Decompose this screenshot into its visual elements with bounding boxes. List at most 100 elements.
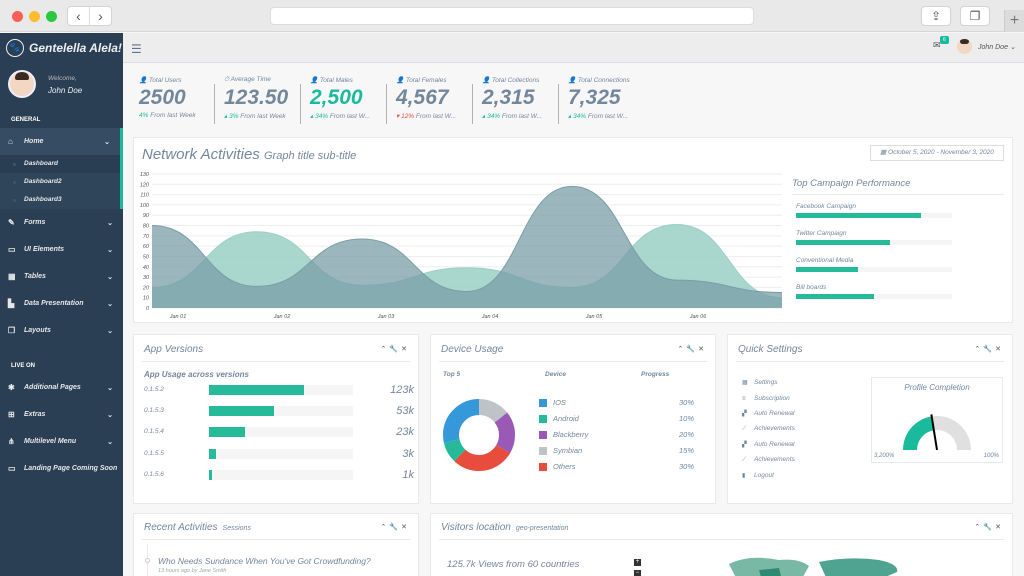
sidebar-item-label: Forms	[24, 219, 46, 226]
brand[interactable]: 🐾 Gentelella Alela!	[0, 33, 123, 62]
y-tick-label: 70	[143, 234, 150, 240]
sidebar-subitem-dashboard2[interactable]: Dashboard2	[0, 173, 120, 191]
visitors-location-panel: Visitors location geo-presentation ⌃🔧✕ 12…	[430, 513, 1013, 576]
tile-separator	[386, 84, 387, 124]
divider	[142, 361, 410, 362]
campaign-label: Bill boards	[796, 284, 827, 291]
tile-bottom: ▴ 3% From last Week	[224, 113, 286, 120]
sidebar-item-home[interactable]: ⌂ Home ⌄	[0, 128, 123, 155]
close-icon[interactable]: ✕	[401, 346, 410, 353]
user-avatar[interactable]	[957, 39, 972, 54]
y-tick-label: 130	[140, 172, 150, 178]
tile-average-time: ⏱ Average Time 123.50 ▴ 3% From last Wee…	[224, 76, 288, 126]
close-icon[interactable]: ✕	[995, 524, 1004, 531]
app-versions-panel: App Versions ⌃🔧✕ App Usage across versio…	[133, 334, 419, 504]
chevron-down-icon: ⌄	[104, 138, 110, 146]
profile-name: John Doe	[48, 86, 83, 95]
back-icon[interactable]: ‹	[68, 7, 90, 25]
sidebar-subitem-dashboard[interactable]: Dashboard	[0, 155, 120, 173]
clone-icon: ❐	[8, 326, 16, 335]
version-label: 0.1.5.3	[144, 407, 164, 414]
quick-setting-settings[interactable]: ▦ Settings	[742, 379, 778, 386]
menu-toggle-icon[interactable]: ☰	[131, 42, 142, 56]
quick-setting-subscription[interactable]: ≡ Subscription	[742, 395, 790, 402]
desktop-icon: ▭	[8, 245, 16, 254]
sidebar-item-extras[interactable]: ⊞ Extras ⌄	[0, 401, 123, 428]
date-range-picker[interactable]: ▦ October 5, 2020 - November 3, 2020	[870, 145, 1004, 161]
tile-count: 4,567	[396, 86, 449, 109]
campaign-row: Bill boards	[796, 284, 956, 299]
close-window-button[interactable]	[12, 11, 23, 22]
zoom-out-button[interactable]: −	[634, 570, 641, 576]
tile-title: ⏱ Average Time	[224, 76, 271, 83]
sidebar-item-forms[interactable]: ✎ Forms ⌄	[0, 209, 123, 236]
sidebar-item-label: Additional Pages	[24, 384, 81, 391]
profile-completion-box: Profile Completion 3,200% 100%	[871, 377, 1003, 463]
share-icon[interactable]: ⇪	[921, 6, 951, 26]
panel-tools: ⌃🔧✕	[381, 523, 410, 531]
version-value: 53k	[396, 405, 414, 417]
quick-setting-auto-renewal[interactable]: ▞ Auto Renewal	[742, 410, 794, 417]
wrench-icon[interactable]: 🔧	[686, 346, 698, 353]
close-icon[interactable]: ✕	[995, 346, 1004, 353]
sidebar-item-tables[interactable]: ▦ Tables ⌄	[0, 263, 123, 290]
tile-stats: 👤 Total Users 2500 4% From last Week ⏱ A…	[133, 76, 1013, 128]
y-tick-label: 100	[140, 203, 150, 209]
chevron-down-icon: ⌄	[107, 327, 113, 335]
sidebar-item-layouts[interactable]: ❐ Layouts ⌄	[0, 317, 123, 344]
version-bar	[209, 385, 305, 395]
column-header-progress: Progress	[641, 371, 670, 378]
close-icon[interactable]: ✕	[698, 346, 707, 353]
new-tab-button[interactable]: +	[1004, 10, 1024, 32]
tile-total-collections: 👤 Total Collections 2,315 ▴ 34% From las…	[482, 76, 542, 126]
sidebar: 🐾 Gentelella Alela! Welcome, John Doe GE…	[0, 33, 123, 576]
zoom-in-button[interactable]: +	[634, 559, 641, 566]
tile-bottom: ▴ 34% From last W...	[482, 113, 543, 120]
table-icon: ▦	[8, 272, 16, 281]
wrench-icon[interactable]: 🔧	[389, 346, 401, 353]
avatar[interactable]	[8, 70, 36, 98]
sitemap-icon: ⋔	[8, 437, 15, 446]
minimize-window-button[interactable]	[29, 11, 40, 22]
quick-setting-achievements-2[interactable]: ⟋ Achievements	[742, 456, 795, 464]
sidebar-item-data-presentation[interactable]: ▙ Data Presentation ⌄	[0, 290, 123, 317]
edit-icon: ✎	[8, 218, 15, 227]
tile-separator	[472, 84, 473, 124]
campaign-row: Facebook Campaign	[796, 203, 956, 218]
wrench-icon[interactable]: 🔧	[983, 524, 995, 531]
activity-title-link[interactable]: Who Needs Sundance When You've Got Crowd…	[158, 556, 371, 566]
chevron-down-icon: ⌄	[107, 384, 113, 392]
x-tick-label: Jan 02	[273, 314, 291, 320]
device-percent: 30%	[678, 462, 694, 471]
world-map	[729, 557, 898, 576]
wrench-icon[interactable]: 🔧	[983, 346, 995, 353]
forward-icon[interactable]: ›	[90, 7, 111, 25]
version-value: 3k	[402, 448, 414, 460]
device-percent: 15%	[678, 446, 694, 455]
sidebar-item-ui-elements[interactable]: ▭ UI Elements ⌄	[0, 236, 123, 263]
y-tick-label: 10	[143, 296, 150, 302]
wrench-icon[interactable]: 🔧	[389, 524, 401, 531]
gauge-min: 3,200%	[874, 453, 895, 459]
version-label: 0.1.5.5	[144, 450, 164, 457]
sidebar-item-landing-page[interactable]: ▭ Landing Page Coming Soon	[0, 455, 123, 482]
tabs-icon[interactable]: ❐	[960, 6, 990, 26]
quick-setting-logout[interactable]: ▮ Logout	[742, 472, 774, 479]
sidebar-item-additional-pages[interactable]: ✱ Additional Pages ⌄	[0, 374, 123, 401]
maximize-window-button[interactable]	[46, 11, 57, 22]
sidebar-subitem-dashboard3[interactable]: Dashboard3	[0, 191, 120, 209]
quick-setting-auto-renewal-2[interactable]: ▞ Auto Renewal	[742, 441, 794, 448]
campaign-title: Top Campaign Performance	[792, 178, 911, 189]
address-bar[interactable]	[270, 7, 754, 25]
sidebar-item-label: Data Presentation	[24, 300, 84, 307]
close-icon[interactable]: ✕	[401, 524, 410, 531]
sidebar-item-label: Layouts	[24, 327, 51, 334]
sidebar-item-multilevel-menu[interactable]: ⋔ Multilevel Menu ⌄	[0, 428, 123, 455]
gauge-max: 100%	[983, 453, 999, 459]
quick-setting-achievements[interactable]: ⟋ Achievements	[742, 425, 795, 433]
panel-subtitle: App Usage across versions	[144, 370, 249, 379]
panel-tools: ⌃🔧✕	[381, 345, 410, 353]
legend-swatch	[539, 415, 547, 423]
user-menu[interactable]: John Doe ⌄	[978, 43, 1016, 51]
sidebar-item-label: UI Elements	[24, 246, 65, 253]
